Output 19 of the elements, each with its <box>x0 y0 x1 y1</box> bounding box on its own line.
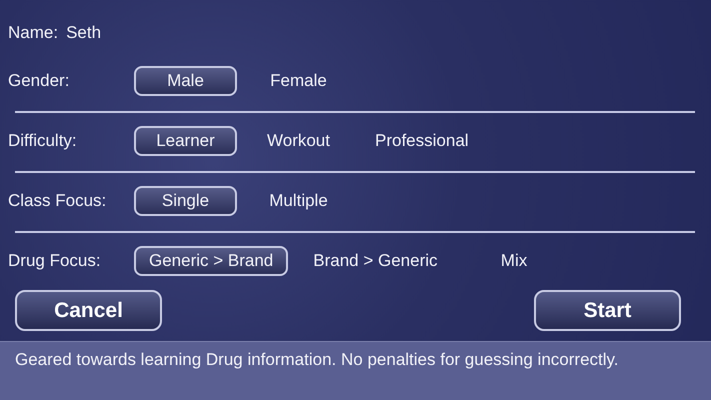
option-button[interactable]: Mix <box>462 246 566 276</box>
name-label: Name: <box>8 23 58 43</box>
player-name: Seth <box>66 23 102 43</box>
option-button[interactable]: Multiple <box>247 186 350 216</box>
option-button[interactable]: Male <box>134 66 237 96</box>
option-button[interactable]: Learner <box>134 126 237 156</box>
start-button[interactable]: Start <box>534 290 681 331</box>
setting-label: Gender: <box>8 71 70 91</box>
setting-label: Class Focus: <box>8 191 108 211</box>
option-button[interactable]: Workout <box>247 126 350 156</box>
option-button[interactable]: Brand > Generic <box>298 246 453 276</box>
option-button[interactable]: Female <box>247 66 350 96</box>
option-button[interactable]: Professional <box>360 126 484 156</box>
setting-label: Difficulty: <box>8 131 78 151</box>
option-button[interactable]: Single <box>134 186 237 216</box>
cancel-button[interactable]: Cancel <box>15 290 162 331</box>
setting-label: Drug Focus: <box>8 251 102 271</box>
option-button[interactable]: Generic > Brand <box>134 246 288 276</box>
description-text: Geared towards learning Drug information. No penalties for guessing incorrectly. <box>15 349 620 371</box>
